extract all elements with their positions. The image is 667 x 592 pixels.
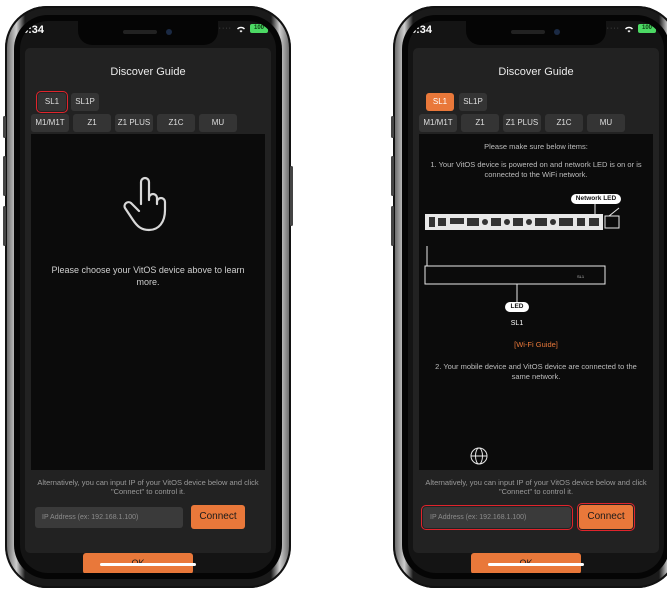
wifi-icon <box>625 26 633 32</box>
step-2-text: 2. Your mobile device and VitOS device a… <box>435 362 637 381</box>
tab-sl1p[interactable]: SL1P <box>459 93 487 111</box>
volume-up-button <box>3 156 6 196</box>
device-model-label: SL1 <box>510 320 524 327</box>
connect-button[interactable]: Connect <box>191 505 245 529</box>
ip-address-input[interactable]: IP Address (ex: 192.168.1.100) <box>421 505 573 530</box>
home-indicator[interactable] <box>100 563 196 566</box>
volume-down-button <box>3 206 6 246</box>
tab-sl1p[interactable]: SL1P <box>71 93 99 111</box>
tab-z1[interactable]: Z1 <box>461 114 499 132</box>
led-label: LED <box>505 302 529 312</box>
battery-icon: 100 <box>638 24 656 33</box>
tab-z1c[interactable]: Z1C <box>157 114 195 132</box>
pointing-hand-icon <box>123 176 167 232</box>
network-led-label: Network LED <box>571 194 621 204</box>
speaker-grille <box>123 30 157 34</box>
screen: 3:34 ···· 100 Discover Guide SL1 SL1P M1… <box>408 21 664 573</box>
alternative-text: Alternatively, you can input IP of your … <box>37 478 259 496</box>
power-button <box>290 166 293 226</box>
home-indicator[interactable] <box>488 563 584 566</box>
alternative-text: Alternatively, you can input IP of your … <box>425 478 647 496</box>
page-title: Discover Guide <box>110 66 186 78</box>
discover-guide-panel: Discover Guide SL1 SL1P M1/M1T Z1 Z1 PLU… <box>413 48 659 573</box>
svg-text:SL1: SL1 <box>577 274 585 279</box>
globe-icon <box>470 447 488 465</box>
status-time: 3:34 <box>22 24 45 36</box>
tab-mu[interactable]: MU <box>199 114 237 132</box>
mute-switch <box>391 116 394 138</box>
status-icons: ···· 100 <box>607 24 656 33</box>
status-time: 3:34 <box>410 24 433 36</box>
phone-left: 3:34 ···· 100 Discover Guide SL1 SL1P M1… <box>3 6 293 588</box>
speaker-grille <box>511 30 545 34</box>
screen: 3:34 ···· 100 Discover Guide SL1 SL1P M1… <box>20 21 276 573</box>
notch <box>466 21 606 45</box>
tab-z1[interactable]: Z1 <box>73 114 111 132</box>
page-title: Discover Guide <box>498 66 574 78</box>
tab-z1c[interactable]: Z1C <box>545 114 583 132</box>
guide-content-area: Please choose your VitOS device above to… <box>31 134 265 470</box>
signal-dots-icon: ···· <box>606 25 620 32</box>
status-icons: ···· 100 <box>219 24 268 33</box>
tab-sl1[interactable]: SL1 <box>426 93 454 111</box>
connect-button[interactable]: Connect <box>577 503 635 531</box>
guide-content-area: Please make sure below items: 1. Your Vi… <box>419 134 653 470</box>
wifi-icon <box>237 26 245 32</box>
volume-up-button <box>391 156 394 196</box>
wifi-guide-link[interactable]: [Wi-Fi Guide] <box>419 340 653 349</box>
ip-address-input[interactable]: IP Address (ex: 192.168.1.100) <box>35 507 183 528</box>
notch <box>78 21 218 45</box>
tab-mu[interactable]: MU <box>587 114 625 132</box>
phone-right: 3:34 ···· 100 Discover Guide SL1 SL1P M1… <box>391 6 667 588</box>
tab-z1-plus[interactable]: Z1 PLUS <box>115 114 153 132</box>
front-camera <box>166 29 172 35</box>
signal-dots-icon: ···· <box>218 25 232 32</box>
battery-icon: 100 <box>250 24 268 33</box>
discover-guide-panel: Discover Guide SL1 SL1P M1/M1T Z1 Z1 PLU… <box>25 48 271 573</box>
tab-z1-plus[interactable]: Z1 PLUS <box>503 114 541 132</box>
front-camera <box>554 29 560 35</box>
volume-down-button <box>391 206 394 246</box>
tab-m1-m1t[interactable]: M1/M1T <box>31 114 69 132</box>
choose-device-prompt: Please choose your VitOS device above to… <box>51 265 245 287</box>
tab-m1-m1t[interactable]: M1/M1T <box>419 114 457 132</box>
mute-switch <box>3 116 6 138</box>
tab-sl1[interactable]: SL1 <box>36 91 68 113</box>
